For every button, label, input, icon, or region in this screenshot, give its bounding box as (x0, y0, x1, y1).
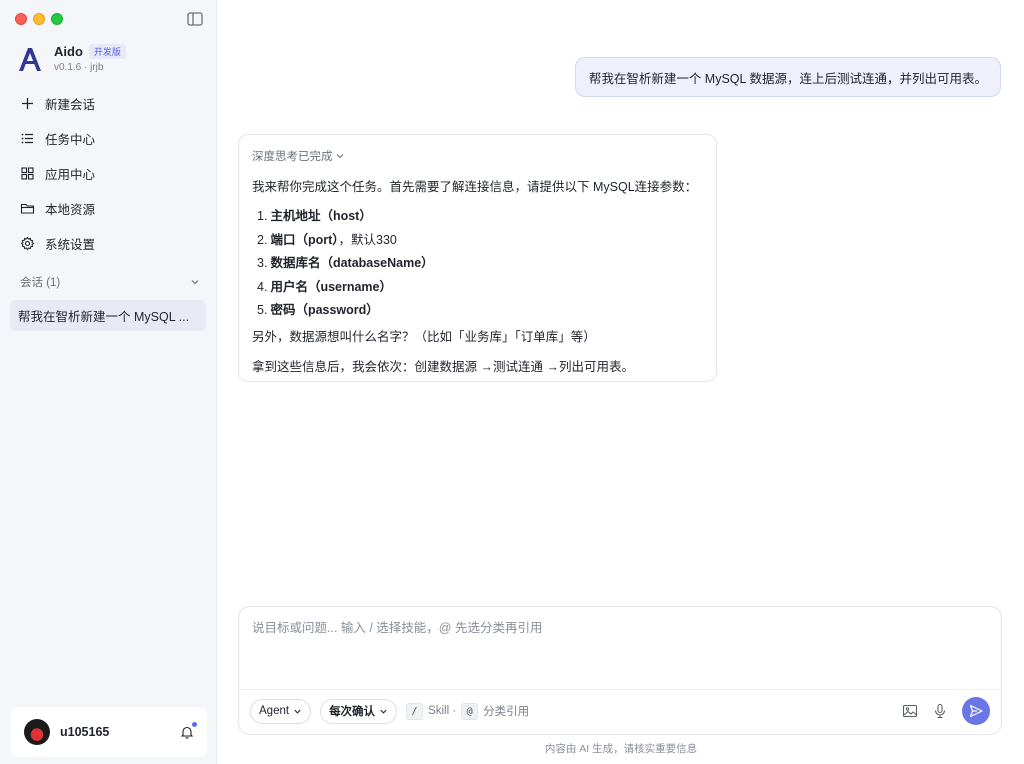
sidebar-item-settings[interactable]: 系统设置 (10, 226, 207, 261)
notification-dot (192, 722, 197, 727)
composer-divider (239, 689, 1001, 690)
brand: Aido 开发版 v0.1.6 · jrjb (16, 44, 126, 73)
list-item-label: 主机地址（host） (270, 209, 372, 223)
assistant-final: 拿到这些信息后，我会依次：创建数据源 →测试连通 →列出可用表。 (252, 359, 634, 374)
list-number: 4. (257, 279, 268, 294)
list-item-note: ，默认330 (338, 232, 397, 247)
user-message-bubble: 帮我在智析新建一个 MySQL 数据源，连上后测试连通，并列出可用表。 (574, 57, 1001, 97)
list-number: 2. (257, 232, 268, 247)
close-window-button[interactable] (15, 13, 27, 25)
minimize-window-button[interactable] (33, 13, 45, 25)
list-item-label: 端口（port） (270, 232, 339, 247)
edition-badge: 开发版 (88, 44, 126, 59)
parameter-list: 1. 主机地址（host） 2. 端口（port），默认330 3. 数据库名（dat… (257, 205, 703, 323)
chevron-down-icon (380, 709, 387, 714)
user-profile[interactable]: u105165 (11, 707, 207, 757)
sidebar-item-tasks[interactable]: 任务中心 (10, 121, 207, 156)
ai-disclaimer: 内容由 AI 生成，请核实重要信息 (544, 743, 698, 755)
sidebar-item-label: 本地资源 (45, 203, 96, 217)
plus-icon (22, 98, 33, 109)
list-item: 1. 主机地址（host） (257, 205, 703, 229)
bell-icon (180, 726, 194, 739)
microphone-icon[interactable] (932, 703, 948, 719)
aido-logo-icon (19, 47, 41, 71)
assistant-intro: 我来帮你完成这个任务。首先需要了解连接信息，请提供以下 MySQL连接参数： (252, 180, 698, 194)
sidebar-item-label: 应用中心 (45, 168, 96, 182)
list-item-label: 数据库名（databaseName） (270, 256, 434, 270)
at-key: @ (461, 702, 479, 720)
chevron-down-icon (294, 709, 301, 714)
send-icon (969, 704, 983, 718)
list-item: 3. 数据库名（databaseName） (257, 252, 703, 276)
gear-icon (20, 236, 35, 251)
composer-actions (902, 697, 990, 725)
composer-toolbar: Agent 每次确认 / Skill · @ 分类引用 (250, 697, 990, 725)
sidebar-toggle-icon[interactable] (187, 12, 203, 26)
sidebar: Aido 开发版 v0.1.6 · jrjb 新建会话 任务中心 应用中心 本地… (0, 0, 217, 764)
version-label: v0.1.6 · jrjb (54, 62, 104, 73)
message-composer: Agent 每次确认 / Skill · @ 分类引用 (238, 606, 1002, 735)
list-item: 2. 端口（port），默认330 (257, 229, 703, 253)
list-item: 4. 用户名（username） (257, 276, 703, 300)
list-number: 3. (257, 256, 268, 270)
shortcut-hint: / Skill · @ 分类引用 (406, 702, 530, 720)
chat-main: 帮我在智析新建一个 MySQL 数据源，连上后测试连通，并列出可用表。 深度思考… (218, 0, 1024, 764)
list-item-label: 密码（password） (270, 303, 379, 317)
notifications-button[interactable] (180, 722, 197, 739)
mode-label: Agent (259, 705, 290, 717)
sidebar-item-label: 任务中心 (45, 133, 96, 147)
user-message-text: 帮我在智析新建一个 MySQL 数据源，连上后测试连通，并列出可用表。 (588, 71, 987, 86)
conversations-title: 会话 (1) (20, 277, 61, 289)
conversations-header[interactable]: 会话 (1) (20, 274, 200, 290)
message-input[interactable] (252, 617, 990, 687)
chevron-down-icon (191, 280, 199, 285)
send-button[interactable] (962, 697, 990, 725)
thinking-toggle[interactable]: 深度思考已完成 (252, 148, 703, 164)
avatar[interactable] (24, 719, 50, 745)
grid-icon (21, 167, 34, 180)
skill-label: Skill · (428, 705, 457, 717)
list-icon (21, 133, 33, 144)
assistant-extra: 另外，数据源想叫什么名字？（比如「业务库」「订单库」等） (252, 329, 596, 344)
list-number: 1. (257, 209, 268, 223)
app-window: Aido 开发版 v0.1.6 · jrjb 新建会话 任务中心 应用中心 本地… (0, 0, 1024, 764)
slash-key: / (406, 702, 424, 720)
sidebar-item-label: 新建会话 (45, 98, 96, 112)
mode-select[interactable]: Agent (250, 698, 312, 724)
conversation-title: 帮我在智析新建一个 MySQL ... (18, 310, 190, 324)
confirm-select[interactable]: 每次确认 (320, 698, 398, 724)
thinking-label: 深度思考已完成 (252, 151, 333, 163)
window-controls (15, 13, 63, 25)
ref-label: 分类引用 (483, 706, 530, 718)
sidebar-nav: 新建会话 任务中心 应用中心 本地资源 系统设置 (10, 86, 207, 261)
app-name: Aido (54, 44, 83, 59)
conversation-item[interactable]: 帮我在智析新建一个 MySQL ... (10, 300, 206, 331)
maximize-window-button[interactable] (51, 13, 63, 25)
list-item: 5. 密码（password） (257, 299, 703, 323)
confirm-label: 每次确认 (329, 706, 376, 718)
list-number: 5. (257, 303, 268, 317)
list-item-label: 用户名（username） (270, 279, 392, 294)
username: u105165 (60, 725, 110, 739)
sidebar-item-label: 系统设置 (45, 238, 96, 252)
sidebar-item-new-chat[interactable]: 新建会话 (10, 86, 207, 121)
sidebar-item-local-resources[interactable]: 本地资源 (10, 191, 207, 226)
folder-icon (20, 203, 35, 214)
chevron-down-icon (336, 154, 343, 159)
image-upload-icon[interactable] (902, 703, 918, 719)
assistant-message-bubble: 深度思考已完成 我来帮你完成这个任务。首先需要了解连接信息，请提供以下 MySQ… (238, 134, 717, 382)
sidebar-item-apps[interactable]: 应用中心 (10, 156, 207, 191)
